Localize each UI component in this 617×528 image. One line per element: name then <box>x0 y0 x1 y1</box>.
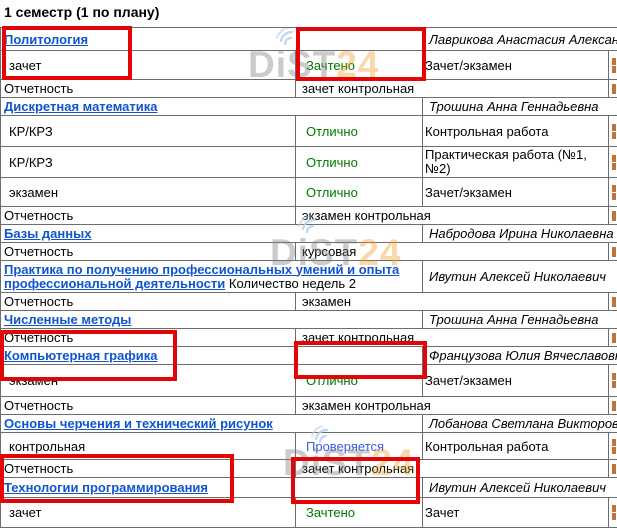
report-label: Отчетность <box>1 397 296 415</box>
subject-link[interactable]: Технологии программирования <box>4 480 208 495</box>
control-form: экзамен <box>1 178 296 207</box>
subject-title-row: Численные методы Трошина Анна Геннадьевн… <box>1 311 617 329</box>
clipped-column-text <box>609 147 617 178</box>
subject-title-row: Базы данных Набродова Ирина Николаевна <box>1 225 617 243</box>
clipped-column-text <box>609 397 617 415</box>
clipped-column-text <box>609 365 617 397</box>
teacher-name: Лобанова Светлана Викторовна <box>423 415 617 433</box>
clipped-column-text <box>609 51 617 80</box>
subject-link[interactable]: Дискретная математика <box>4 99 158 114</box>
report-value: зачет контрольная <box>296 460 609 478</box>
subject-cell: Технологии программирования <box>1 478 423 498</box>
assessment-row: контрольная Проверяется Контрольная рабо… <box>1 433 617 460</box>
clipped-column-text <box>609 80 617 98</box>
subject-link[interactable]: Базы данных <box>4 226 91 241</box>
clipped-column-text <box>609 207 617 225</box>
report-row: Отчетность зачет контрольная <box>1 80 617 98</box>
report-value: экзамен контрольная <box>296 397 609 415</box>
control-form: зачет <box>1 51 296 80</box>
subject-link[interactable]: Основы черчения и технический рисунок <box>4 416 273 431</box>
work-type: Контрольная работа <box>423 433 609 460</box>
subject-cell: Базы данных <box>1 225 423 243</box>
report-value: курсовая <box>296 243 609 261</box>
report-label: Отчетность <box>1 207 296 225</box>
report-value: экзамен <box>296 293 609 311</box>
subject-cell: Компьютерная графика <box>1 347 423 365</box>
clipped-column-text <box>609 498 617 528</box>
work-type: Практическая работа (№1, №2) <box>423 147 609 178</box>
report-row: Отчетность экзамен контрольная <box>1 397 617 415</box>
subject-cell: Дискретная математика <box>1 98 423 116</box>
grade-value: Отлично <box>296 365 423 397</box>
teacher-name: Ивутин Алексей Николаевич <box>423 478 617 498</box>
grade-value: Отлично <box>296 116 423 147</box>
teacher-name: Трошина Анна Геннадьевна <box>423 311 617 329</box>
subject-title-row: Практика по получению профессиональных у… <box>1 261 617 293</box>
report-label: Отчетность <box>1 80 296 98</box>
assessment-row: КР/КРЗ Отлично Контрольная работа <box>1 116 617 147</box>
clipped-column-text <box>609 243 617 261</box>
clipped-column-text <box>609 178 617 207</box>
subject-link[interactable]: Политология <box>4 32 88 47</box>
work-type: Контрольная работа <box>423 116 609 147</box>
subject-link[interactable]: Численные методы <box>4 312 131 327</box>
clipped-column-text <box>609 116 617 147</box>
control-form: контрольная <box>1 433 296 460</box>
subject-link[interactable]: Компьютерная графика <box>4 348 157 363</box>
clipped-column-text <box>609 329 617 347</box>
report-value: зачет контрольная <box>296 329 609 347</box>
subject-cell: Численные методы <box>1 311 423 329</box>
report-row: Отчетность зачет контрольная <box>1 329 617 347</box>
report-label: Отчетность <box>1 329 296 347</box>
teacher-name: Трошина Анна Геннадьевна <box>423 98 617 116</box>
grade-value: Зачтено <box>296 498 423 528</box>
teacher-name: Набродова Ирина Николаевна <box>423 225 617 243</box>
teacher-name: Французова Юлия Вячеславовна <box>423 347 617 365</box>
semester-heading: 1 семестр (1 по плану) <box>0 0 617 27</box>
subject-cell: Основы черчения и технический рисунок <box>1 415 423 433</box>
report-row: Отчетность зачет контрольная <box>1 460 617 478</box>
report-row: Отчетность курсовая <box>1 243 617 261</box>
report-row: Отчетность экзамен <box>1 293 617 311</box>
work-type: Зачет/экзамен <box>423 365 609 397</box>
work-type: Зачет <box>423 498 609 528</box>
teacher-name: Ивутин Алексей Николаевич <box>423 261 617 293</box>
subject-note: Количество недель 2 <box>229 276 356 291</box>
subject-title-row: Дискретная математика Трошина Анна Генна… <box>1 98 617 116</box>
clipped-column-text <box>609 433 617 460</box>
work-type: Зачет/экзамен <box>423 51 609 80</box>
assessment-row: зачет Зачтено Зачет <box>1 498 617 528</box>
grade-value: Проверяется <box>296 433 423 460</box>
clipped-column-text <box>609 460 617 478</box>
subject-cell: Политология <box>1 28 423 51</box>
control-form: зачет <box>1 498 296 528</box>
assessment-row: экзамен Отлично Зачет/экзамен <box>1 365 617 397</box>
subject-title-row: Компьютерная графика Французова Юлия Вяч… <box>1 347 617 365</box>
control-form: КР/КРЗ <box>1 116 296 147</box>
report-label: Отчетность <box>1 243 296 261</box>
report-label: Отчетность <box>1 293 296 311</box>
control-form: КР/КРЗ <box>1 147 296 178</box>
subject-title-row: Основы черчения и технический рисунок Ло… <box>1 415 617 433</box>
assessment-row: зачет Зачтено Зачет/экзамен <box>1 51 617 80</box>
report-value: экзамен контрольная <box>296 207 609 225</box>
control-form: экзамен <box>1 365 296 397</box>
grade-value: Зачтено <box>296 51 423 80</box>
grade-value: Отлично <box>296 147 423 178</box>
subject-title-row: Технологии программирования Ивутин Алекс… <box>1 478 617 498</box>
grade-value: Отлично <box>296 178 423 207</box>
assessment-row: экзамен Отлично Зачет/экзамен <box>1 178 617 207</box>
subject-title-row: Политология Лаврикова Анастасия Александ… <box>1 28 617 51</box>
clipped-column-text <box>609 293 617 311</box>
work-type: Зачет/экзамен <box>423 178 609 207</box>
assessment-row: КР/КРЗ Отлично Практическая работа (№1, … <box>1 147 617 178</box>
semester-table: Политология Лаврикова Анастасия Александ… <box>0 27 617 528</box>
subject-cell: Практика по получению профессиональных у… <box>1 261 423 293</box>
report-value: зачет контрольная <box>296 80 609 98</box>
teacher-name: Лаврикова Анастасия Александровна <box>423 28 617 51</box>
report-row: Отчетность экзамен контрольная <box>1 207 617 225</box>
report-label: Отчетность <box>1 460 296 478</box>
